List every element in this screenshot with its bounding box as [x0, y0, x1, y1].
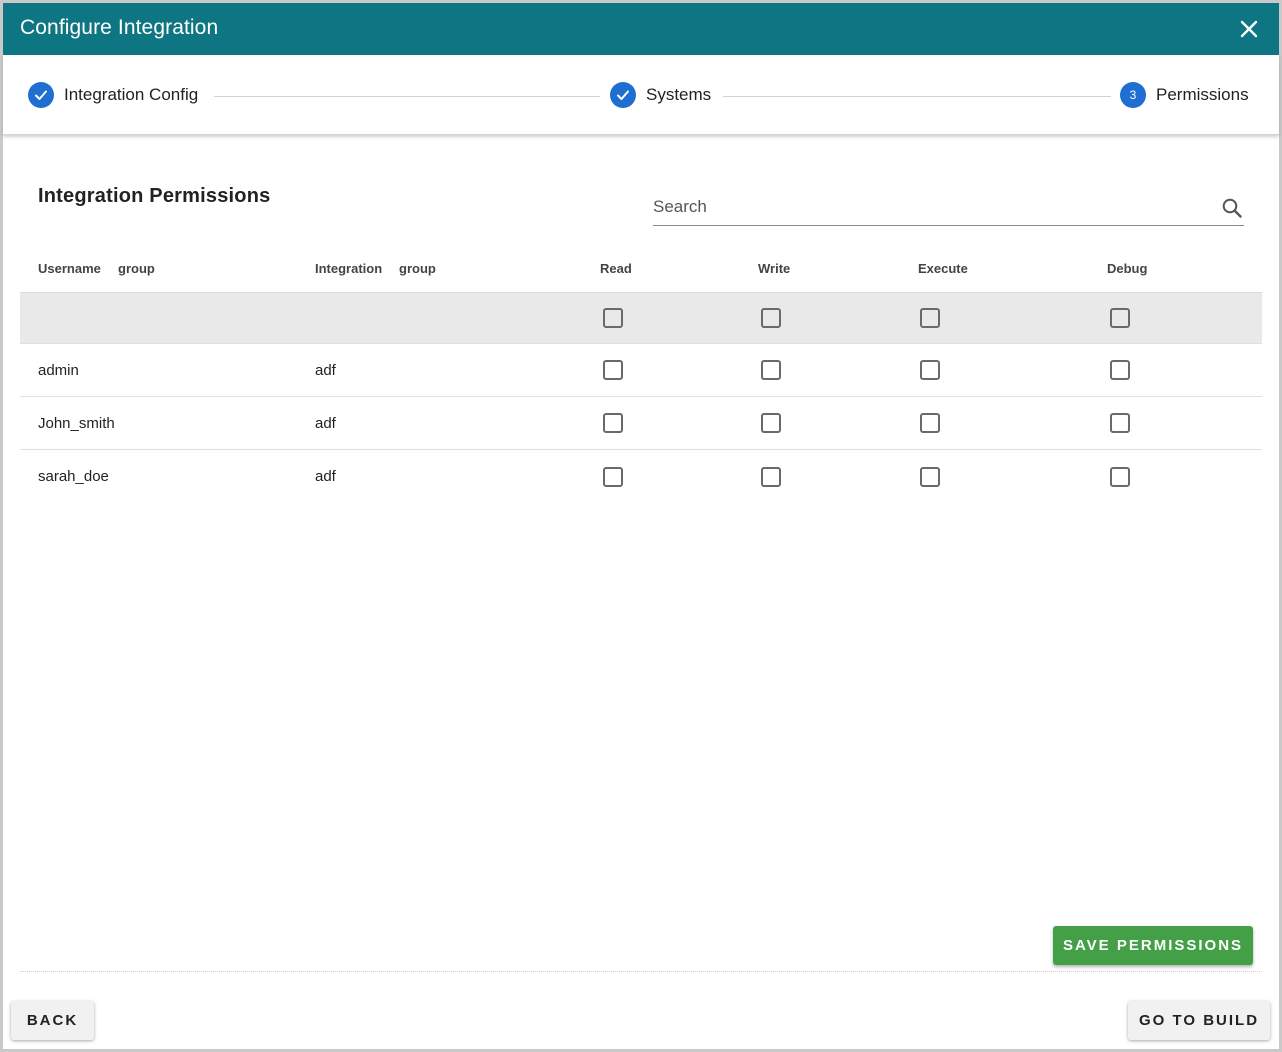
username-cell: John_smith [38, 414, 115, 432]
select-all-write-checkbox[interactable] [761, 308, 781, 328]
step-integration-config[interactable]: Integration Config [28, 81, 198, 109]
column-header-integration-group[interactable]: group [399, 261, 436, 276]
table-header: Username group Integration group Read Wr… [3, 257, 1279, 281]
column-header-username-group[interactable]: group [118, 261, 155, 276]
column-header-integration[interactable]: Integration [315, 261, 382, 276]
step-permissions[interactable]: 3 Permissions [1120, 81, 1249, 109]
username-cell: sarah_doe [38, 468, 109, 485]
write-checkbox[interactable] [761, 360, 781, 380]
back-button[interactable]: BACK [11, 1001, 94, 1040]
select-all-execute-checkbox[interactable] [920, 308, 940, 328]
select-all-debug-checkbox[interactable] [1110, 308, 1130, 328]
column-header-username[interactable]: Username [38, 261, 101, 276]
debug-checkbox[interactable] [1110, 360, 1130, 380]
close-icon[interactable] [1239, 19, 1259, 39]
stepper: Integration Config Systems 3 Permissions [3, 55, 1279, 135]
permissions-table: admin adf John_smith adf sarah_doe adf [20, 292, 1262, 503]
username-cell: admin [38, 361, 79, 379]
go-to-build-button[interactable]: GO TO BUILD [1128, 1001, 1270, 1040]
table-row: John_smith adf [20, 397, 1262, 450]
integration-cell: adf [315, 414, 336, 432]
step-connector [723, 96, 1111, 97]
step-label: Systems [646, 85, 712, 104]
dialog-title: Configure Integration [20, 16, 219, 39]
write-checkbox[interactable] [761, 413, 781, 433]
write-checkbox[interactable] [761, 466, 781, 487]
search-field [653, 191, 1244, 226]
select-all-read-checkbox[interactable] [603, 308, 623, 328]
column-header-debug: Debug [1107, 261, 1148, 276]
read-checkbox[interactable] [603, 360, 623, 380]
execute-checkbox[interactable] [920, 413, 940, 433]
execute-checkbox[interactable] [920, 466, 940, 487]
step-label: Permissions [1156, 85, 1249, 104]
debug-checkbox[interactable] [1110, 413, 1130, 433]
column-header-execute: Execute [918, 261, 968, 276]
check-icon [28, 82, 54, 108]
search-icon[interactable] [1220, 196, 1244, 220]
step-label: Integration Config [64, 85, 199, 104]
check-icon [610, 82, 636, 108]
step-systems[interactable]: Systems [610, 81, 711, 109]
integration-cell: adf [315, 361, 336, 379]
configure-integration-dialog: Configure Integration Integration Config… [3, 3, 1279, 1049]
column-header-read: Read [600, 261, 632, 276]
save-permissions-button[interactable]: SAVE PERMISSIONS [1053, 926, 1253, 965]
table-row: sarah_doe adf [20, 450, 1262, 503]
read-checkbox[interactable] [603, 466, 623, 487]
page-title: Integration Permissions [38, 185, 271, 207]
step-number: 3 [1120, 82, 1146, 108]
read-checkbox[interactable] [603, 413, 623, 433]
execute-checkbox[interactable] [920, 360, 940, 380]
table-row: admin adf [20, 344, 1262, 397]
dialog-header: Configure Integration [3, 3, 1279, 55]
search-input[interactable] [653, 195, 1208, 219]
select-all-row [20, 292, 1262, 344]
integration-cell: adf [315, 468, 336, 485]
debug-checkbox[interactable] [1110, 466, 1130, 487]
step-connector [214, 96, 600, 97]
column-header-write: Write [758, 261, 791, 276]
footer-divider [20, 971, 1262, 972]
